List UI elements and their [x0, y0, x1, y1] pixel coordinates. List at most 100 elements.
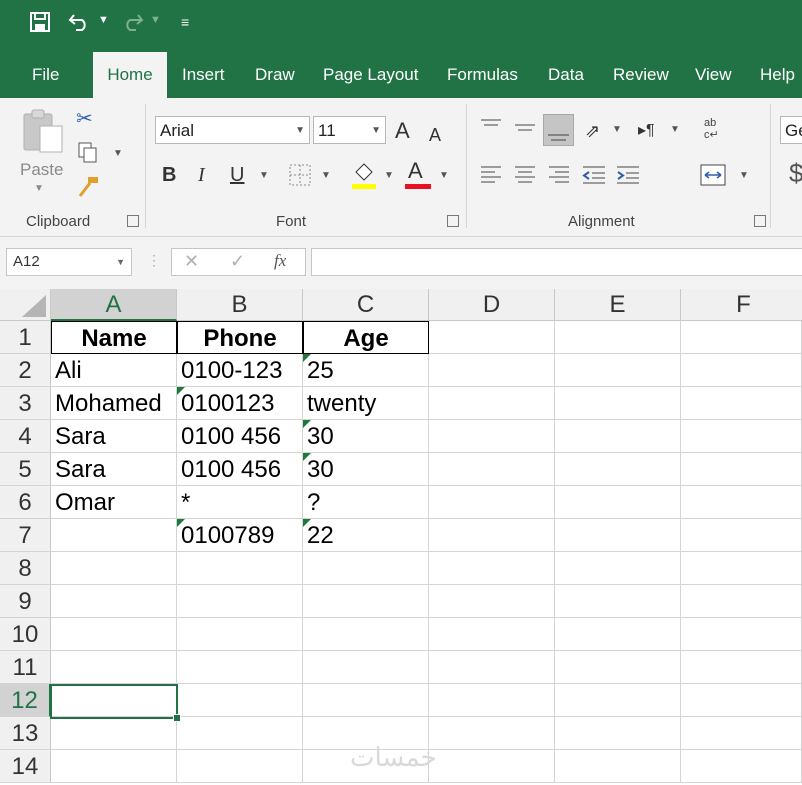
- copy-icon[interactable]: [78, 142, 98, 164]
- cell-a2[interactable]: Ali: [51, 354, 177, 387]
- cell-f9[interactable]: [681, 585, 802, 618]
- middle-align-icon[interactable]: [514, 118, 536, 136]
- cell-b2[interactable]: 0100-123: [177, 354, 303, 387]
- cell-f5[interactable]: [681, 453, 802, 486]
- row-header-10[interactable]: 10: [0, 618, 51, 651]
- font-launcher-icon[interactable]: [447, 215, 459, 227]
- fill-color-icon[interactable]: [350, 160, 378, 190]
- cell-a13[interactable]: [51, 717, 177, 750]
- cell-a6[interactable]: Omar: [51, 486, 177, 519]
- row-header-7[interactable]: 7: [0, 519, 51, 552]
- clipboard-launcher-icon[interactable]: [127, 215, 139, 227]
- orientation-icon[interactable]: ⇗: [585, 120, 600, 142]
- cell-f6[interactable]: [681, 486, 802, 519]
- row-header-9[interactable]: 9: [0, 585, 51, 618]
- font-size-select[interactable]: 11 ▼: [313, 116, 386, 144]
- format-painter-icon[interactable]: [76, 176, 100, 198]
- cell-c7[interactable]: 22: [303, 519, 429, 552]
- cell-c5[interactable]: 30: [303, 453, 429, 486]
- bold-button[interactable]: B: [162, 164, 176, 186]
- tab-home[interactable]: Home: [93, 52, 167, 98]
- cell-e14[interactable]: [555, 750, 681, 783]
- borders-dropdown-icon[interactable]: ▼: [321, 170, 331, 181]
- cell-a4[interactable]: Sara: [51, 420, 177, 453]
- active-cell-outline[interactable]: [50, 684, 178, 719]
- cell-a10[interactable]: [51, 618, 177, 651]
- cell-c2[interactable]: 25: [303, 354, 429, 387]
- cell-b1[interactable]: Phone: [177, 321, 303, 354]
- cell-b7[interactable]: 0100789: [177, 519, 303, 552]
- formula-input[interactable]: [311, 248, 802, 276]
- cell-f8[interactable]: [681, 552, 802, 585]
- error-indicator-icon[interactable]: [177, 387, 185, 395]
- shrink-font-icon[interactable]: A: [429, 124, 441, 146]
- cell-d12[interactable]: [429, 684, 555, 717]
- paste-label[interactable]: Paste: [20, 160, 63, 180]
- cell-d11[interactable]: [429, 651, 555, 684]
- cell-a3[interactable]: Mohamed: [51, 387, 177, 420]
- cell-c6[interactable]: ?: [303, 486, 429, 519]
- cell-c8[interactable]: [303, 552, 429, 585]
- row-header-4[interactable]: 4: [0, 420, 51, 453]
- select-all-button[interactable]: [0, 289, 51, 321]
- cut-icon[interactable]: ✂: [76, 108, 93, 130]
- row-header-6[interactable]: 6: [0, 486, 51, 519]
- tab-help[interactable]: Help: [760, 52, 795, 98]
- copy-dropdown-icon[interactable]: ▼: [113, 148, 123, 159]
- cell-c1[interactable]: Age: [303, 321, 429, 354]
- error-indicator-icon[interactable]: [303, 519, 311, 527]
- underline-dropdown-icon[interactable]: ▼: [259, 170, 269, 181]
- number-format-select[interactable]: Ge: [780, 116, 802, 144]
- cell-b8[interactable]: [177, 552, 303, 585]
- insert-function-icon[interactable]: fx: [274, 251, 286, 271]
- tab-insert[interactable]: Insert: [182, 52, 225, 98]
- orientation-dropdown-icon[interactable]: ▼: [612, 124, 622, 135]
- row-header-11[interactable]: 11: [0, 651, 51, 684]
- cell-b5[interactable]: 0100 456: [177, 453, 303, 486]
- tab-review[interactable]: Review: [613, 52, 669, 98]
- cell-e5[interactable]: [555, 453, 681, 486]
- decrease-indent-icon[interactable]: [582, 164, 606, 186]
- align-right-icon[interactable]: [548, 164, 570, 186]
- cell-d10[interactable]: [429, 618, 555, 651]
- cell-b6[interactable]: *: [177, 486, 303, 519]
- enter-icon[interactable]: ✓: [230, 251, 245, 272]
- cell-e10[interactable]: [555, 618, 681, 651]
- font-color-dropdown-icon[interactable]: ▼: [439, 170, 449, 181]
- cell-f10[interactable]: [681, 618, 802, 651]
- cell-e2[interactable]: [555, 354, 681, 387]
- cell-c3[interactable]: twenty: [303, 387, 429, 420]
- cell-d5[interactable]: [429, 453, 555, 486]
- cell-c9[interactable]: [303, 585, 429, 618]
- alignment-launcher-icon[interactable]: [754, 215, 766, 227]
- cell-d4[interactable]: [429, 420, 555, 453]
- cell-d14[interactable]: [429, 750, 555, 783]
- cell-f3[interactable]: [681, 387, 802, 420]
- row-header-2[interactable]: 2: [0, 354, 51, 387]
- error-indicator-icon[interactable]: [303, 453, 311, 461]
- borders-icon[interactable]: [289, 164, 311, 186]
- top-align-icon[interactable]: [480, 118, 502, 136]
- tab-page-layout[interactable]: Page Layout: [323, 52, 418, 98]
- column-header-d[interactable]: D: [429, 289, 555, 321]
- font-color-icon[interactable]: A: [408, 160, 423, 182]
- redo-dropdown-icon[interactable]: ▼: [150, 14, 161, 26]
- align-center-icon[interactable]: [514, 164, 536, 186]
- merge-dropdown-icon[interactable]: ▼: [739, 170, 749, 181]
- cell-e3[interactable]: [555, 387, 681, 420]
- cell-a8[interactable]: [51, 552, 177, 585]
- cell-a1[interactable]: Name: [51, 321, 177, 354]
- increase-indent-icon[interactable]: [616, 164, 640, 186]
- row-header-14[interactable]: 14: [0, 750, 51, 783]
- row-header-1[interactable]: 1: [0, 321, 51, 354]
- cell-d9[interactable]: [429, 585, 555, 618]
- text-direction-icon[interactable]: ▸¶: [638, 120, 655, 142]
- bottom-align-button[interactable]: [543, 114, 574, 146]
- italic-button[interactable]: I: [198, 164, 205, 186]
- cell-e6[interactable]: [555, 486, 681, 519]
- cell-f13[interactable]: [681, 717, 802, 750]
- cell-b13[interactable]: [177, 717, 303, 750]
- cell-d8[interactable]: [429, 552, 555, 585]
- cell-d2[interactable]: [429, 354, 555, 387]
- cancel-icon[interactable]: ✕: [184, 251, 199, 272]
